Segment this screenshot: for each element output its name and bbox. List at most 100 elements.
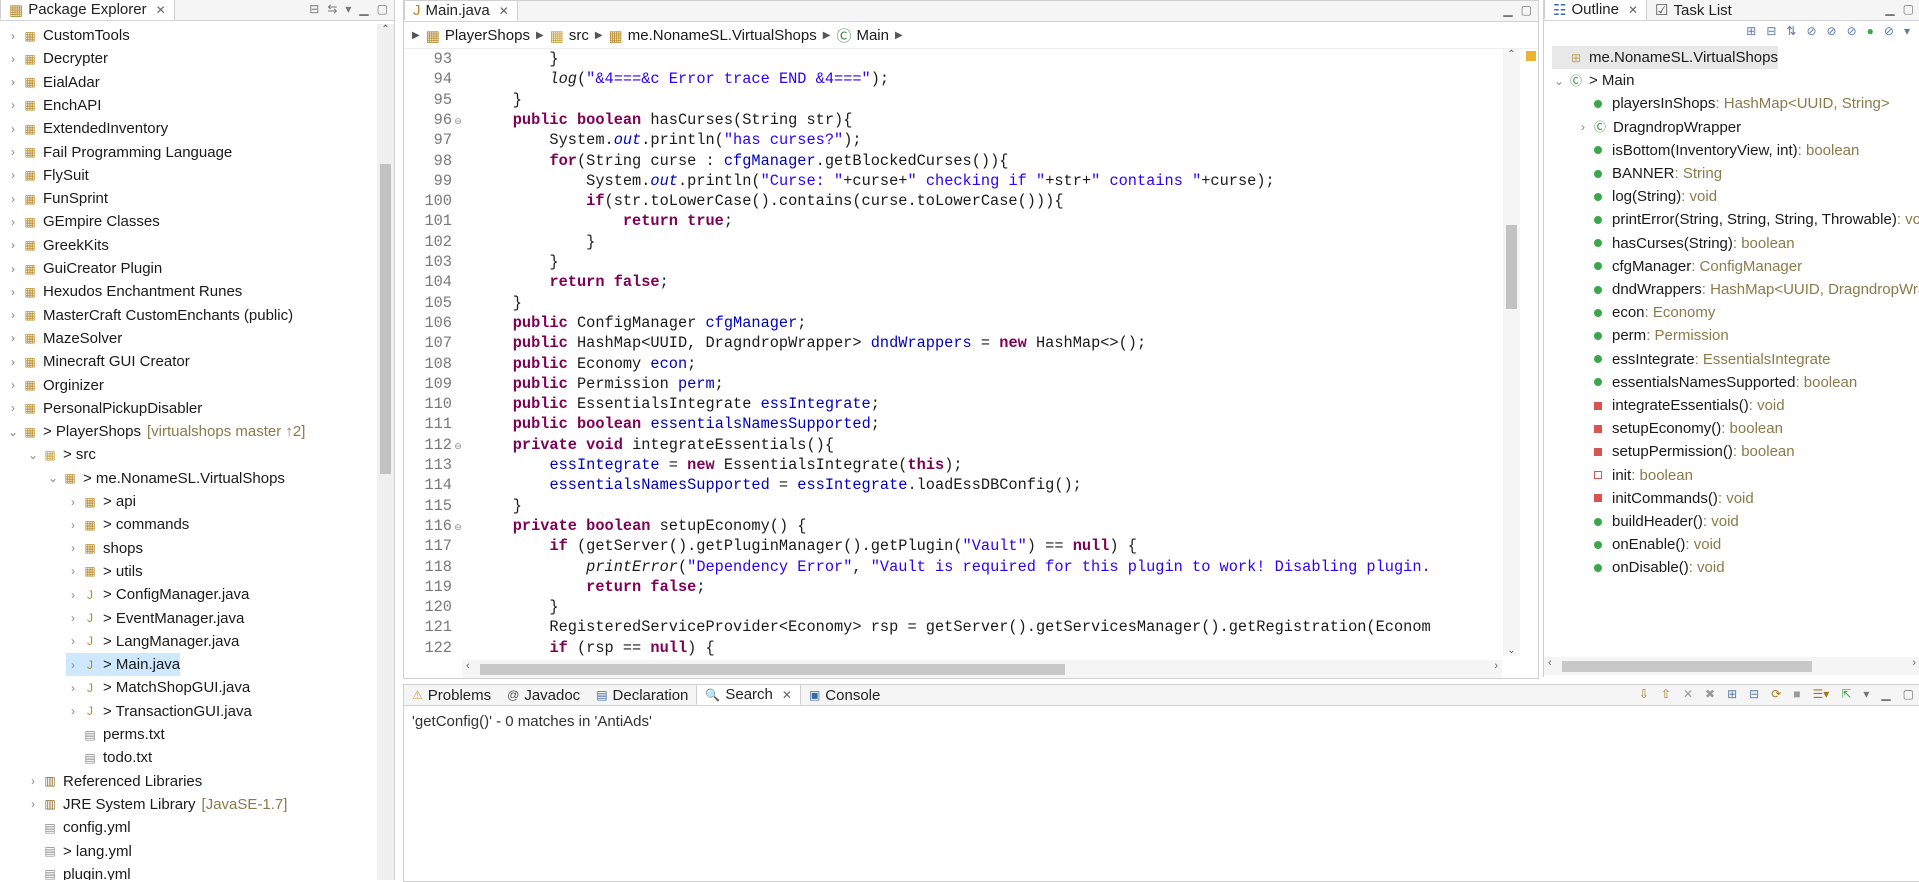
warning-overview-icon[interactable] [1526,51,1536,61]
view-menu-icon[interactable]: ▾ [345,2,351,16]
next-match-icon[interactable]: ⇩ [1639,687,1649,701]
chevron-right-icon[interactable]: › [6,285,20,299]
chevron-right-icon[interactable]: › [6,98,20,112]
code-line[interactable]: 96 ⊖ public boolean hasCurses(String str)… [404,110,1502,130]
run-search-icon[interactable]: ⟳ [1771,687,1781,701]
editor-horizontal-scrollbar[interactable]: ‹ › [462,660,1502,678]
previous-match-icon[interactable]: ⇧ [1661,687,1671,701]
tree-item[interactable]: › ▦ Decrypter [6,47,108,70]
chevron-right-icon[interactable]: › [6,192,20,206]
code-line[interactable]: 120 } [404,597,1502,617]
tree-item[interactable]: ▤ todo.txt [66,746,152,769]
code-line[interactable]: 117 if (getServer().getPluginManager().g… [404,536,1502,556]
tree-item[interactable]: › ▦ Fail Programming Language [6,141,232,164]
scrollbar-thumb[interactable] [380,164,391,474]
breadcrumb-class[interactable]: Ⓒ Main [836,25,889,46]
chevron-right-icon[interactable]: › [6,238,20,252]
outline-item[interactable]: init : boolean [1576,464,1693,487]
tab-problems[interactable]: ⚠ Problems [404,685,499,705]
code-line[interactable]: 104 return false; [404,272,1502,292]
chevron-right-icon[interactable]: › [66,564,80,578]
chevron-right-icon[interactable]: › [66,518,80,532]
code-line[interactable]: 119 return false; [404,577,1502,597]
outline-item[interactable]: playersInShops : HashMap<UUID, String> [1576,92,1890,115]
outline-item[interactable]: onEnable() : void [1576,533,1721,556]
chevron-right-icon[interactable]: › [6,52,20,66]
code-line[interactable]: 116 ⊖ private boolean setupEconomy() { [404,516,1502,536]
chevron-right-icon[interactable]: › [6,168,20,182]
tree-item-java-file[interactable]: › J > ConfigManager.java [66,583,249,606]
chevron-right-icon[interactable]: › [66,588,80,602]
outline-item[interactable]: setupPermission() : boolean [1576,440,1795,463]
minimize-icon[interactable]: ▁ [1881,687,1890,701]
scroll-up-icon[interactable]: ⌃ [377,24,394,35]
outline-item[interactable]: hasCurses(String) : boolean [1576,232,1795,255]
pin-icon[interactable]: ⇱ [1841,687,1851,701]
code-line[interactable]: 100 if(str.toLowerCase().contains(curse.… [404,191,1502,211]
code-line[interactable]: 111 public boolean essentialsNamesSuppor… [404,414,1502,434]
tree-item[interactable]: › ▦ Minecraft GUI Creator [6,350,190,373]
outline-item[interactable]: ⌄ Ⓒ > Main [1552,69,1634,92]
tree-item[interactable]: ▤ config.yml [26,816,130,839]
tree-item[interactable]: ⌄ ▦ > PlayerShops [virtualshops master ↑2] [6,420,305,443]
maximize-icon[interactable]: ▢ [1903,2,1914,16]
editor-vertical-scrollbar[interactable]: ⌃ ⌄ [1503,49,1520,656]
outline-item[interactable]: buildHeader() : void [1576,510,1739,533]
code-line[interactable]: 105 } [404,293,1502,313]
view-menu-icon[interactable]: ▾ [1904,24,1910,38]
tree-item[interactable]: ⌄ ▦ > src [26,443,96,466]
tree-item[interactable]: › ▦ GreekKits [6,234,109,257]
tree-item[interactable]: ▤ plugin.yml [26,863,130,880]
chevron-down-icon[interactable]: ⌄ [46,471,60,485]
tab-search[interactable]: 🔍 Search ✕ [696,685,801,705]
code-line[interactable]: 99 System.out.println("Curse: "+curse+" … [404,171,1502,191]
chevron-right-icon[interactable]: › [6,29,20,43]
outline-item[interactable]: integrateEssentials() : void [1576,394,1785,417]
expand-all-icon[interactable]: ⊞ [1727,687,1737,701]
code-line[interactable]: 107 public HashMap<UUID, DragndropWrappe… [404,333,1502,353]
outline-item[interactable]: onDisable() : void [1576,556,1725,579]
breadcrumb-src[interactable]: ▦ src [550,27,589,45]
close-icon[interactable]: ✕ [1628,3,1638,17]
package-explorer-scrollbar[interactable]: ⌃ [377,24,394,880]
hide-local-types-icon[interactable]: ● [1867,24,1874,38]
chevron-right-icon[interactable]: › [66,495,80,509]
collapse-all-icon[interactable]: ⊟ [1749,687,1759,701]
code-area[interactable]: 93 } 94 log("&4===&c Error trace END &4==… [404,49,1502,656]
outline-item[interactable]: isBottom(InventoryView, int) : boolean [1576,139,1859,162]
tree-item[interactable]: › ▦ > commands [66,513,189,536]
outline-item[interactable]: BANNER : String [1576,162,1722,185]
tab-console[interactable]: ▣ Console [801,685,888,705]
code-line[interactable]: 102 } [404,232,1502,252]
minimize-icon[interactable]: ▁ [359,2,368,16]
hide-fields-icon[interactable]: ⊘ [1806,24,1816,38]
close-icon[interactable]: ✕ [156,3,166,17]
tree-item-java-file[interactable]: › J > EventManager.java [66,607,244,630]
link-with-editor-icon[interactable]: ⇆ [327,2,337,16]
tree-item[interactable]: › ▦ PersonalPickupDisabler [6,397,202,420]
chevron-right-icon[interactable]: › [6,262,20,276]
fold-toggle-icon[interactable]: ⊖ [452,518,464,538]
tree-item-java-file[interactable]: › J > MatchShopGUI.java [66,676,250,699]
code-line[interactable]: 101 return true; [404,211,1502,231]
chevron-right-icon[interactable]: › [66,611,80,625]
tab-task-list[interactable]: ☑ Task List [1647,0,1740,20]
code-line[interactable]: 118 printError("Dependency Error", "Vaul… [404,557,1502,577]
sort-icon[interactable]: ⇅ [1786,24,1796,38]
code-line[interactable]: 122 if (rsp == null) { [404,638,1502,656]
collapse-all-icon[interactable]: ⊟ [1766,24,1776,38]
scrollbar-thumb[interactable] [1562,661,1812,672]
code-line[interactable]: 98 for(String curse : cfgManager.getBloc… [404,151,1502,171]
outline-item[interactable]: ⊞ me.NonameSL.VirtualShops [1552,46,1778,69]
tree-item[interactable]: › ▦ GEmpire Classes [6,210,160,233]
tab-outline[interactable]: ☷ Outline ✕ [1544,0,1648,20]
chevron-right-icon[interactable]: › [26,774,40,788]
breadcrumb-project[interactable]: ▦ PlayerShops [426,27,530,45]
tree-item-java-file[interactable]: › J > TransactionGUI.java [66,700,252,723]
tree-item[interactable]: › ▥ Referenced Libraries [26,770,202,793]
scrollbar-thumb[interactable] [1506,225,1517,309]
tree-item[interactable]: › ▦ MazeSolver [6,327,122,350]
hide-nonpublic-icon[interactable]: ⊘ [1847,24,1857,38]
tree-item[interactable]: › ▦ EialAdar [6,71,100,94]
fold-toggle-icon[interactable]: ⊖ [452,112,464,132]
